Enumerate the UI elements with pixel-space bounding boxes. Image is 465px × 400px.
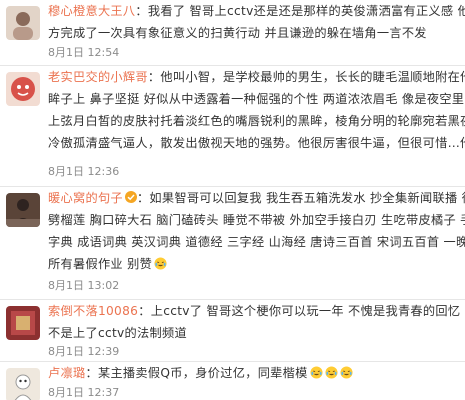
avatar[interactable] xyxy=(6,306,40,340)
crying-laugh-emoji-icon xyxy=(310,366,323,379)
comment-item: 穆心橙意大王八：我看了 智哥上cctv还是还是那样的英俊潇洒富有正义感 他配合警… xyxy=(0,0,465,66)
avatar[interactable] xyxy=(6,193,40,227)
comment-text: 劈榴莲 胸口碎大石 脑门磕砖头 睡觉不带被 外加空手接白刃 生吃带皮橘子 手抄中… xyxy=(48,213,465,227)
comment-username[interactable]: 索倒不落10086 xyxy=(48,304,138,318)
avatar[interactable] xyxy=(6,72,40,106)
comment-text: 上弦月白皙的皮肤衬托着淡红色的嘴唇锐利的黑眸，棱角分明的轮廓宛若黑夜中的鹰 xyxy=(48,114,465,128)
comment-text: 字典 成语词典 英汉词典 道德经 三字经 山海经 唐诗三百首 宋词五百首 一晚上… xyxy=(48,235,465,249)
comment-item: 暖心窝的句子 ：如果智哥可以回复我 我生吞五箱洗发水 抄全集新闻联播 徒手 劈榴莲… xyxy=(0,187,465,300)
comment-item: 卢凛璐：某主播卖假Q币，身价过亿，同辈楷模 8月1日 12:37 xyxy=(0,362,465,400)
crying-laugh-emoji-icon xyxy=(325,366,338,379)
comment-username[interactable]: 老实巴交的小辉哥 xyxy=(48,70,148,84)
comment-text: ：我看了 智哥上cctv还是还是那样的英俊潇洒富有正义感 他配合警 xyxy=(135,4,465,18)
comment-timestamp: 8月1日 12:54 xyxy=(48,46,120,59)
comment-timestamp: 8月1日 13:02 xyxy=(48,279,120,292)
comment-username[interactable]: 卢凛璐 xyxy=(48,366,85,380)
comment-text: 冷傲孤清盛气逼人，散发出傲视天地的强势。他很厉害很牛逼，但很可惜…他阳痿 xyxy=(48,136,465,150)
comment-timestamp: 8月1日 12:39 xyxy=(48,345,120,358)
comment-text: ：他叫小智，是学校最帅的男生，长长的睫毛温顺地附在他深褐的 xyxy=(147,70,465,84)
comment-text: ：某主播卖假Q币，身价过亿，同辈楷模 xyxy=(85,366,308,380)
comment-feed: 穆心橙意大王八：我看了 智哥上cctv还是还是那样的英俊潇洒富有正义感 他配合警… xyxy=(0,0,465,400)
comment-text: 眸子上 鼻子坚挺 好似从中透露着一种倔强的个性 两道浓浓眉毛 像是夜空里皎洁的 xyxy=(48,92,465,106)
comment-timestamp: 8月1日 12:37 xyxy=(48,386,120,399)
comment-text: 方完成了一次具有象征意义的扫黄行动 并且谦逊的躲在墙角一言不发 xyxy=(48,26,427,40)
avatar[interactable] xyxy=(6,6,40,40)
comment-text: ：如果智哥可以回复我 我生吞五箱洗发水 抄全集新闻联播 徒手 xyxy=(136,191,465,205)
crying-laugh-emoji-icon xyxy=(340,366,353,379)
verified-badge-icon xyxy=(124,191,137,203)
comment-timestamp: 8月1日 12:36 xyxy=(48,165,120,178)
crying-laugh-emoji-icon xyxy=(154,257,167,270)
comment-username[interactable]: 暖心窝的句子 xyxy=(48,191,123,205)
comment-item: 老实巴交的小辉哥：他叫小智，是学校最帅的男生，长长的睫毛温顺地附在他深褐的 眸子… xyxy=(0,66,465,187)
comment-text: ：上cctv了 智哥这个梗你可以玩一年 不愧是我青春的回忆 说明是 xyxy=(138,304,465,318)
comment-username[interactable]: 穆心橙意大王八 xyxy=(48,4,135,18)
comment-text: 所有暑假作业 别赞 xyxy=(48,257,153,271)
avatar[interactable] xyxy=(6,368,40,400)
comment-text: 不是上了cctv的法制频道 xyxy=(48,326,187,340)
comment-item: 索倒不落10086：上cctv了 智哥这个梗你可以玩一年 不愧是我青春的回忆 说… xyxy=(0,300,465,362)
